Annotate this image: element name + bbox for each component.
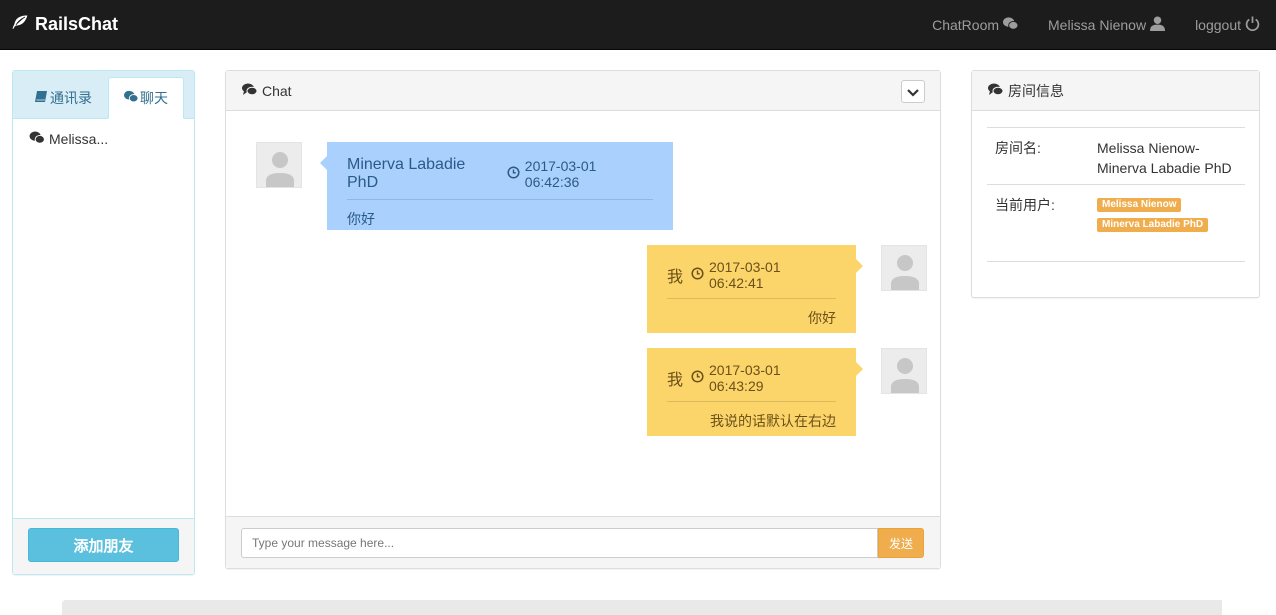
message-header: 我 2017-03-01 06:42:41: [667, 259, 836, 299]
wechat-icon: [29, 131, 45, 147]
contacts-panel: 通讯录 聊天 Melissa... 添加朋友: [12, 70, 195, 575]
message-header: Minerva Labadie PhD 2017-03-01 06:42:36: [347, 156, 653, 200]
chat-message: 我 2017-03-01 06:42:41 你好: [647, 245, 863, 333]
room-list-item[interactable]: Melissa...: [29, 131, 108, 147]
room-name-key: 房间名:: [995, 140, 1041, 156]
nav-chatroom-link[interactable]: ChatRoom: [932, 16, 1019, 34]
message-sender: 我: [667, 372, 684, 389]
comments-icon: [988, 83, 1008, 99]
brand-label: RailsChat: [35, 14, 119, 34]
message-text: 你好: [808, 310, 836, 326]
send-button[interactable]: 发送: [878, 528, 924, 558]
message-time: 2017-03-01 06:42:36: [524, 158, 597, 190]
message-sender: 我: [667, 269, 684, 286]
nav-user-link[interactable]: Melissa Nienow: [1048, 16, 1166, 34]
leaf-icon: [11, 14, 30, 35]
room-name: Melissa...: [49, 131, 109, 147]
message-text: 你好: [347, 211, 375, 227]
clock-icon: [507, 166, 525, 182]
sidebar-tabs: 通讯录 聊天: [13, 71, 194, 119]
room-name-row: 房间名: Melissa Nienow-Minerva Labadie PhD: [987, 127, 1245, 184]
chat-panel: Chat Minerva Labadie PhD 2017-03-01 06:4…: [225, 70, 941, 569]
collapse-button[interactable]: [901, 80, 925, 103]
contacts-panel-footer: 添加朋友: [13, 518, 194, 574]
chat-title: Chat: [262, 82, 292, 99]
room-info-panel: 房间信息 房间名: Melissa Nienow-Minerva Labadie…: [971, 70, 1260, 298]
room-info-title: 房间信息: [1008, 82, 1064, 99]
tab-contacts-label: 通讯录: [50, 90, 92, 106]
message-text: 我说的话默认在右边: [710, 413, 836, 429]
power-icon: [1245, 16, 1260, 34]
avatar: [881, 245, 927, 291]
chat-panel-heading: Chat: [226, 71, 940, 111]
wechat-icon: [124, 90, 139, 106]
brand[interactable]: RailsChat: [11, 14, 119, 35]
comments-icon: [242, 83, 262, 99]
user-badge: Minerva Labadie PhD: [1097, 218, 1209, 232]
wechat-icon: [1003, 16, 1019, 34]
message-input[interactable]: [241, 528, 878, 558]
clock-icon: [691, 370, 709, 386]
avatar: [881, 348, 927, 394]
user-icon: [1150, 16, 1166, 34]
avatar: [256, 142, 302, 188]
nav-chatroom-label: ChatRoom: [932, 17, 1000, 33]
page-bottom-shadow: [62, 600, 1222, 615]
message-sender: Minerva Labadie PhD: [347, 156, 466, 191]
add-friend-button[interactable]: 添加朋友: [28, 528, 179, 562]
nav-logout-label: loggout: [1195, 17, 1241, 33]
book-icon: [34, 90, 48, 106]
chevron-down-icon: [907, 84, 919, 100]
clock-icon: [691, 267, 709, 283]
room-users-key: 当前用户:: [995, 197, 1055, 213]
user-badge: Melissa Nienow: [1097, 198, 1182, 212]
room-users-row: 当前用户: Melissa Nienow Minerva Labadie PhD: [987, 184, 1245, 262]
tab-contacts[interactable]: 通讯录: [19, 77, 107, 119]
chat-input-bar: 发送: [226, 516, 940, 568]
tab-chat-label: 聊天: [140, 90, 168, 106]
room-users-list: Melissa Nienow Minerva Labadie PhD: [1097, 198, 1242, 238]
chat-message: 我 2017-03-01 06:43:29 我说的话默认在右边: [647, 348, 863, 436]
room-name-value: Melissa Nienow-Minerva Labadie PhD: [1097, 140, 1232, 176]
message-time: 2017-03-01 06:42:41: [709, 259, 781, 291]
chat-message: Minerva Labadie PhD 2017-03-01 06:42:36 …: [320, 142, 673, 230]
nav-logout-link[interactable]: loggout: [1195, 16, 1260, 34]
nav-user-label: Melissa Nienow: [1048, 17, 1147, 33]
message-header: 我 2017-03-01 06:43:29: [667, 362, 836, 402]
room-info-heading: 房间信息: [972, 71, 1259, 111]
tab-chat[interactable]: 聊天: [108, 77, 184, 119]
message-time: 2017-03-01 06:43:29: [709, 362, 781, 394]
top-navbar: RailsChat ChatRoom Melissa Nienow loggou…: [0, 0, 1276, 50]
